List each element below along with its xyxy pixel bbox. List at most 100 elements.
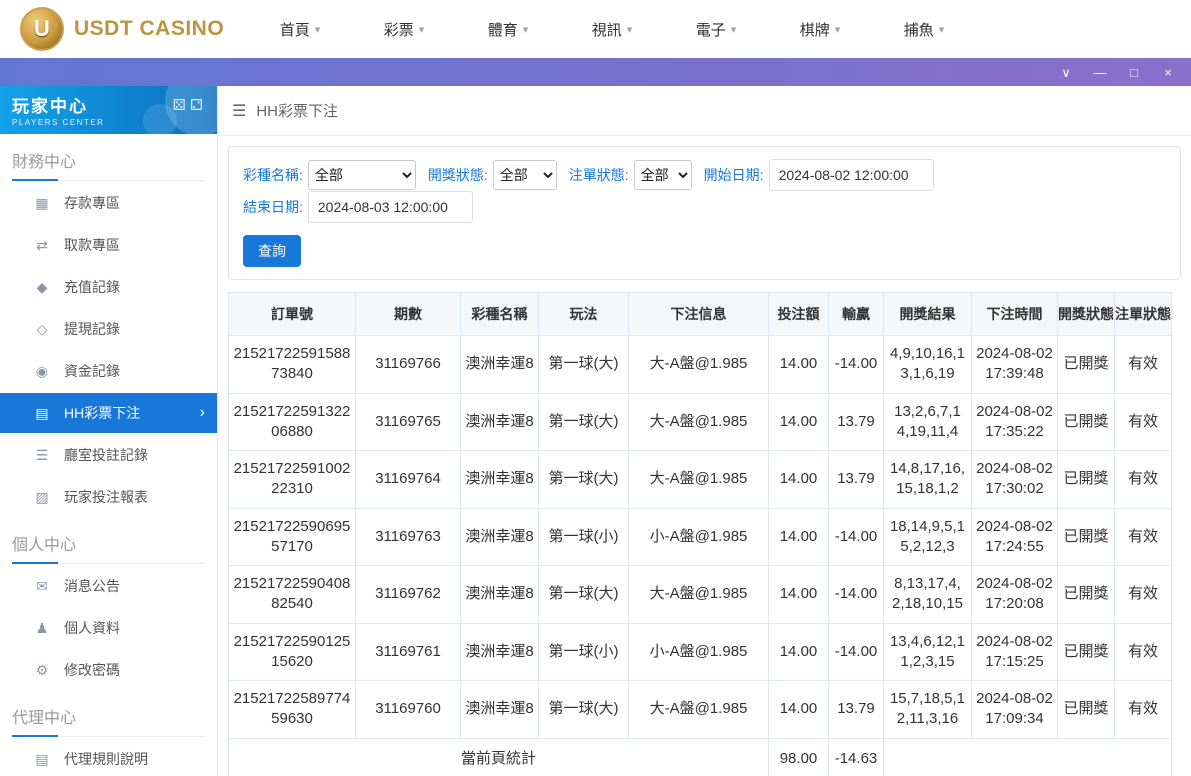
table-row: 2152172259132206880 31169765 澳洲幸運8 第一球(大) 大-… <box>228 392 1172 451</box>
sidebar-item-funds-record[interactable]: ◉ 資金記錄 <box>0 351 217 391</box>
cell-period: 31169766 <box>355 335 461 394</box>
filter-panel: 彩種名稱: 全部 開獎狀態: 全部 注單狀態: 全部 開始日期: 2024-08… <box>228 146 1181 280</box>
search-button[interactable]: 查詢 <box>243 235 301 267</box>
sidebar: 玩家中心 PLAYERS CENTER ⚄ ⚁ 財務中心 ▦ 存款專區 ⇄ 取款專區 ◆ 充… <box>0 86 218 776</box>
sidebar-item-player-bet-report[interactable]: ▨ 玩家投注報表 <box>0 477 217 517</box>
cell-result: 18,14,9,5,15,2,12,3 <box>883 507 972 566</box>
sidebar-menu: 財務中心 ▦ 存款專區 ⇄ 取款專區 ◆ 充值記錄 ◇ 提現記錄 ◉ 資金記錄 ▤ HH彩票下注 › ☰ 廳室… <box>0 148 217 776</box>
nav-item-slots[interactable]: 電子 ▾ <box>664 19 768 40</box>
cell-lottery: 澳洲幸運8 <box>460 680 539 739</box>
table-row: 2152172259012515620 31169761 澳洲幸運8 第一球(小) 小-… <box>228 622 1172 681</box>
cell-lottery: 澳洲幸運8 <box>460 507 539 566</box>
bet-status-filter-label: 注單狀態: <box>568 167 629 183</box>
cell-order: 2152172258977459630 <box>228 680 356 739</box>
main-panel: 彩種名稱: 全部 開獎狀態: 全部 注單狀態: 全部 開始日期: 2024-08… <box>218 136 1191 776</box>
summary-amount: 98.00 <box>768 737 829 776</box>
cell-amount: 14.00 <box>768 622 829 681</box>
start-date-input[interactable] <box>768 159 934 191</box>
window-close-icon[interactable]: × <box>1161 66 1175 79</box>
window-minimize-icon[interactable]: — <box>1093 66 1107 79</box>
cell-play: 第一球(大) <box>538 680 629 739</box>
cell-play: 第一球(大) <box>538 450 629 509</box>
cell-period: 31169765 <box>355 392 461 451</box>
chevron-down-icon: ▾ <box>522 23 529 36</box>
chevron-down-icon: ▾ <box>418 23 425 36</box>
coin-logo-icon: U <box>20 7 64 51</box>
sidebar-item-agent-rules[interactable]: ▤ 代理規則說明 <box>0 739 217 776</box>
window-collapse-icon[interactable]: ∨ <box>1059 66 1073 79</box>
column-header-result: 開獎結果 <box>883 292 972 336</box>
nav-item-fishing[interactable]: 捕魚 ▾ <box>872 19 976 40</box>
nav-item-chess[interactable]: 棋牌 ▾ <box>768 19 872 40</box>
sidebar-item-withdrawal-record[interactable]: ◇ 提現記錄 <box>0 309 217 349</box>
cell-period: 31169763 <box>355 507 461 566</box>
sidebar-item-hall-bet-record[interactable]: ☰ 廳室投註記錄 <box>0 435 217 475</box>
cell-winloss: -14.00 <box>828 565 884 624</box>
table-body: 2152172259158873840 31169766 澳洲幸運8 第一球(大) 大-… <box>228 335 1172 739</box>
column-header-bet_info: 下注信息 <box>628 292 769 336</box>
nav-item-sports[interactable]: 體育 ▾ <box>456 19 560 40</box>
cell-bet_info: 大-A盤@1.985 <box>628 680 769 739</box>
cell-play: 第一球(小) <box>538 507 629 566</box>
withdraw-icon: ⇄ <box>36 236 48 253</box>
nav-item-lottery[interactable]: 彩票 ▾ <box>352 19 456 40</box>
sidebar-item-profile[interactable]: ♟ 個人資料 <box>0 608 217 648</box>
sidebar-item-deposit[interactable]: ▦ 存款專區 <box>0 183 217 223</box>
sidebar-item-label: 提現記錄 <box>64 321 120 337</box>
chevron-down-icon: ▾ <box>314 23 321 36</box>
sidebar-header-subtitle: PLAYERS CENTER <box>12 118 105 127</box>
sidebar-item-label: HH彩票下注 <box>64 405 141 421</box>
cell-amount: 14.00 <box>768 680 829 739</box>
nav-item-live[interactable]: 視訊 ▾ <box>560 19 664 40</box>
cell-lottery: 澳洲幸運8 <box>460 392 539 451</box>
sidebar-item-recharge-record[interactable]: ◆ 充值記錄 <box>0 267 217 307</box>
sidebar-item-label: 取款專區 <box>64 237 120 253</box>
end-date-label: 結束日期: <box>243 199 303 215</box>
cell-amount: 14.00 <box>768 565 829 624</box>
cell-result: 14,8,17,16,15,18,1,2 <box>883 450 972 509</box>
lottery-filter-label: 彩種名稱: <box>243 167 303 183</box>
cell-play: 第一球(小) <box>538 622 629 681</box>
table-footer: 當前頁統計98.00-14.63總統計98.00-14.63 <box>228 737 1172 776</box>
cell-time: 2024-08-02 17:39:48 <box>971 335 1058 394</box>
content-topbar: ☰ HH彩票下注 <box>218 86 1191 136</box>
sidebar-item-announcements[interactable]: ✉ 消息公告 <box>0 566 217 606</box>
lottery-select[interactable]: 全部 <box>307 160 416 190</box>
sidebar-item-label: 代理規則說明 <box>64 751 148 767</box>
end-date-input[interactable] <box>307 191 473 223</box>
cell-lottery: 澳洲幸運8 <box>460 565 539 624</box>
cell-period: 31169764 <box>355 450 461 509</box>
start-date-label: 開始日期: <box>703 167 764 183</box>
cell-time: 2024-08-02 17:24:55 <box>971 507 1058 566</box>
cell-draw_status: 已開獎 <box>1057 622 1115 681</box>
document-icon: ▤ <box>35 750 49 767</box>
cell-bet_status: 有效 <box>1114 507 1172 566</box>
current-page-summary-row: 當前頁統計 98.00 -14.63 <box>228 737 1172 776</box>
cell-result: 4,9,10,16,13,1,6,19 <box>883 335 972 394</box>
cell-bet_status: 有效 <box>1114 450 1172 509</box>
brand-logo[interactable]: U USDT CASINO <box>20 7 248 51</box>
bet-status-select[interactable]: 全部 <box>633 160 692 190</box>
column-header-lottery: 彩種名稱 <box>460 292 539 336</box>
draw-status-select[interactable]: 全部 <box>492 160 557 190</box>
cell-winloss: -14.00 <box>828 622 884 681</box>
nav-item-label: 棋牌 <box>799 21 830 39</box>
cell-bet_status: 有效 <box>1114 565 1172 624</box>
table-row: 2152172258977459630 31169760 澳洲幸運8 第一球(大) 大-… <box>228 680 1172 739</box>
window-maximize-icon[interactable]: □ <box>1127 66 1141 79</box>
chevron-down-icon: ▾ <box>938 23 945 36</box>
sidebar-item-withdraw[interactable]: ⇄ 取款專區 <box>0 225 217 265</box>
nav-item-label: 彩票 <box>383 21 414 39</box>
cell-period: 31169761 <box>355 622 461 681</box>
sidebar-item-label: 個人資料 <box>64 620 120 636</box>
sidebar-item-change-password[interactable]: ⚙ 修改密碼 <box>0 650 217 690</box>
nav-item-home[interactable]: 首頁 ▾ <box>248 19 352 40</box>
funds-icon: ◉ <box>35 362 49 379</box>
nav-item-label: 首頁 <box>279 21 310 39</box>
sidebar-item-hh-lottery-bet[interactable]: ▤ HH彩票下注 › <box>0 393 217 433</box>
column-header-order: 訂單號 <box>228 292 356 336</box>
sidebar-section-title-0: 財務中心 <box>12 148 205 181</box>
menu-toggle-icon[interactable]: ☰ <box>232 101 246 121</box>
cell-play: 第一球(大) <box>538 335 629 394</box>
cell-lottery: 澳洲幸運8 <box>460 335 539 394</box>
